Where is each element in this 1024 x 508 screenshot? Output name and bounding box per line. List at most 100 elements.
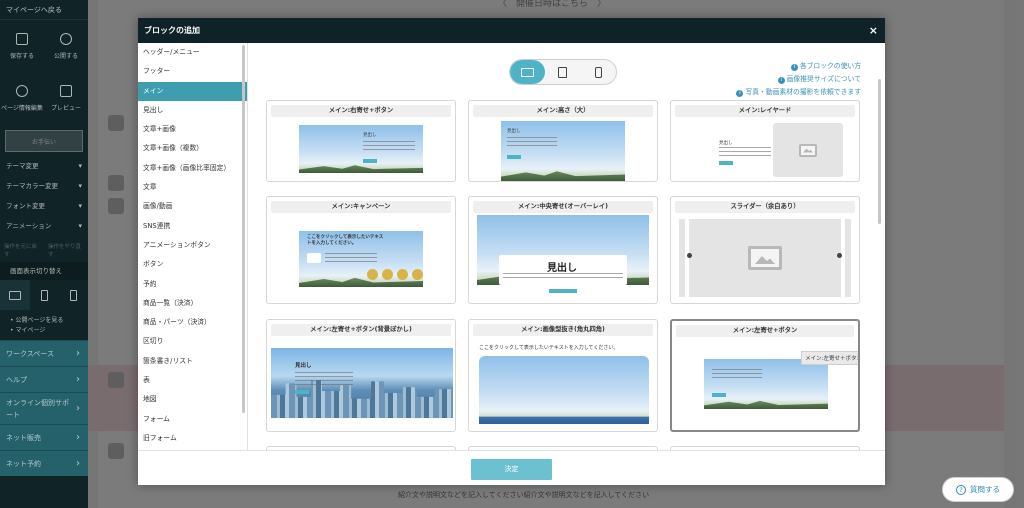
thumb-heading: 見出し <box>295 363 312 369</box>
slider-prev-slide <box>679 219 685 297</box>
mobile-icon <box>594 66 602 78</box>
device-toggle <box>509 59 617 85</box>
tablet-icon <box>558 66 568 78</box>
close-icon[interactable]: × <box>869 18 878 43</box>
info-icon: i <box>777 77 785 84</box>
category-item[interactable]: 箇条書き/リスト <box>138 352 247 371</box>
category-item[interactable]: 見出し <box>138 101 247 120</box>
category-item[interactable]: ヘッダー/メニュー <box>138 43 247 62</box>
category-item[interactable]: 予約 <box>138 275 247 294</box>
image-placeholder-icon <box>799 143 817 157</box>
thumb-button <box>363 159 377 163</box>
card-title: メイン:高さ（大） <box>473 105 653 117</box>
card-tooltip: メイン:左寄せ＋ボタン <box>801 351 858 365</box>
category-item[interactable]: 旧フォーム <box>138 429 247 448</box>
category-item[interactable]: SNS連携 <box>138 217 247 236</box>
thumb-badge <box>397 269 408 280</box>
category-item[interactable]: 表 <box>138 371 247 390</box>
thumb-text-lines <box>503 273 623 281</box>
category-item[interactable]: 文章+画像 <box>138 120 247 139</box>
card-title: メイン:キャンペーン <box>271 201 451 213</box>
category-item[interactable]: 商品・パーツ（決済） <box>138 313 247 332</box>
thumb-heading: 見出し <box>363 133 377 138</box>
category-item[interactable]: 画像/動画 <box>138 197 247 216</box>
thumb-text-lines <box>712 369 762 381</box>
modal-header: ブロックの追加 × <box>138 18 885 43</box>
block-card-slider[interactable]: スライダー（余白あり） <box>670 196 860 304</box>
block-card-main-right-button[interactable]: メイン:右寄せ+ボタン 見出し <box>266 100 456 182</box>
category-item[interactable]: フッター <box>138 62 247 81</box>
block-card-main-left-button[interactable]: メイン:左寄せ+ボタン メイン:左寄せ＋ボタン <box>670 319 860 432</box>
card-thumbnail <box>773 123 843 177</box>
block-card-main-tall[interactable]: メイン:高さ（大） 見出し <box>468 100 658 182</box>
photo-request-link[interactable]: i 写真・動画素材の撮影を依頼できます <box>736 86 861 99</box>
card-title: メイン:右寄せ+ボタン <box>271 105 451 117</box>
block-usage-label: 各ブロックの使い方 <box>799 62 861 70</box>
question-icon: ? <box>956 484 966 495</box>
card-title: スライダー（余白あり） <box>675 201 855 213</box>
thumb-button <box>507 155 521 159</box>
thumb-box <box>307 253 321 263</box>
gallery-scrollbar[interactable] <box>878 79 881 224</box>
category-item[interactable]: 文章+画像（複数） <box>138 139 247 158</box>
thumb-heading: 見出し <box>719 141 733 146</box>
category-item[interactable]: 商品一覧（決済） <box>138 294 247 313</box>
decide-button[interactable]: 決定 <box>471 459 552 480</box>
desktop-preview-button[interactable] <box>510 60 546 84</box>
thumb-hint: ここをクリックして表示したいテキストを入力してください。 <box>479 345 619 351</box>
category-item[interactable]: 区切り <box>138 332 247 351</box>
card-title: メイン:レイヤード <box>675 105 855 117</box>
mobile-preview-button[interactable] <box>581 60 616 84</box>
card-thumbnail <box>704 359 828 409</box>
modal-title: ブロックの追加 <box>144 26 200 35</box>
slider-prev-arrow <box>687 253 692 258</box>
ask-question-label: 質問する <box>970 485 1000 494</box>
card-title: メイン:中央寄せ(オーバーレイ) <box>473 201 653 213</box>
photo-request-label: 写真・動画素材の撮影を依頼できます <box>745 88 861 96</box>
thumb-heading: 見出し <box>547 263 577 274</box>
thumb-text-lines <box>295 372 353 386</box>
category-item[interactable]: フォーム <box>138 410 247 429</box>
image-size-link[interactable]: i 画像推奨サイズについて <box>736 73 861 86</box>
modal-footer: 決定 <box>138 450 885 485</box>
block-card-main-layered[interactable]: メイン:レイヤード 見出し <box>670 100 860 182</box>
ask-question-button[interactable]: ? 質問する <box>942 477 1014 502</box>
card-title: メイン:画像型抜き(角丸四角) <box>473 324 653 336</box>
thumb-text-lines <box>719 147 771 157</box>
block-card-main-campaign[interactable]: メイン:キャンペーン ここをクリックして表示したいテキストを入力してください。 <box>266 196 456 304</box>
category-scrollbar[interactable] <box>242 45 245 413</box>
category-item[interactable]: 地図 <box>138 390 247 409</box>
thumb-badge <box>382 269 393 280</box>
block-usage-link[interactable]: i 各ブロックの使い方 <box>736 60 861 73</box>
add-block-modal: ブロックの追加 × ヘッダー/メニュー フッター メイン 見出し 文章+画像 文章+画像（… <box>138 18 885 485</box>
card-title: メイン:左寄せ+ボタン <box>676 325 854 337</box>
block-card-main-rounded-crop[interactable]: メイン:画像型抜き(角丸四角) ここをクリックして表示したいテキストを入力してく… <box>468 319 658 432</box>
card-thumbnail <box>689 219 841 297</box>
thumb-heading: 見出し <box>507 129 521 134</box>
info-icon: i <box>790 64 798 71</box>
image-placeholder-icon <box>748 246 782 270</box>
thumb-badge <box>412 269 423 280</box>
thumb-text-lines <box>363 141 415 153</box>
card-thumbnail <box>479 356 649 424</box>
slider-next-slide <box>845 219 851 297</box>
thumb-button <box>549 289 577 293</box>
block-gallery: i 各ブロックの使い方 i 画像推奨サイズについて i 写真・動画素材の撮影を依頼でき… <box>249 43 885 450</box>
thumb-text-lines <box>325 253 377 263</box>
category-item[interactable]: メイン <box>138 81 247 101</box>
thumb-button <box>712 393 726 397</box>
thumb-badge <box>367 269 378 280</box>
block-card-main-center-overlay[interactable]: メイン:中央寄せ(オーバーレイ) 見出し <box>468 196 658 304</box>
category-item[interactable]: 文章+画像（画像比率固定） <box>138 159 247 178</box>
slider-next-arrow <box>837 253 842 258</box>
block-card-main-left-button-blur[interactable]: メイン:左寄せ+ボタン(背景ぼかし) 見出し <box>266 319 456 432</box>
thumb-button <box>295 390 309 394</box>
desktop-icon <box>521 67 535 77</box>
category-item[interactable]: ボタン <box>138 255 247 274</box>
category-item[interactable]: アニメーションボタン <box>138 236 247 255</box>
help-links: i 各ブロックの使い方 i 画像推奨サイズについて i 写真・動画素材の撮影を依頼でき… <box>736 60 861 99</box>
thumb-button <box>719 161 733 165</box>
category-item[interactable]: 文章 <box>138 178 247 197</box>
tablet-preview-button[interactable] <box>545 60 580 84</box>
image-size-label: 画像推奨サイズについて <box>786 75 861 83</box>
